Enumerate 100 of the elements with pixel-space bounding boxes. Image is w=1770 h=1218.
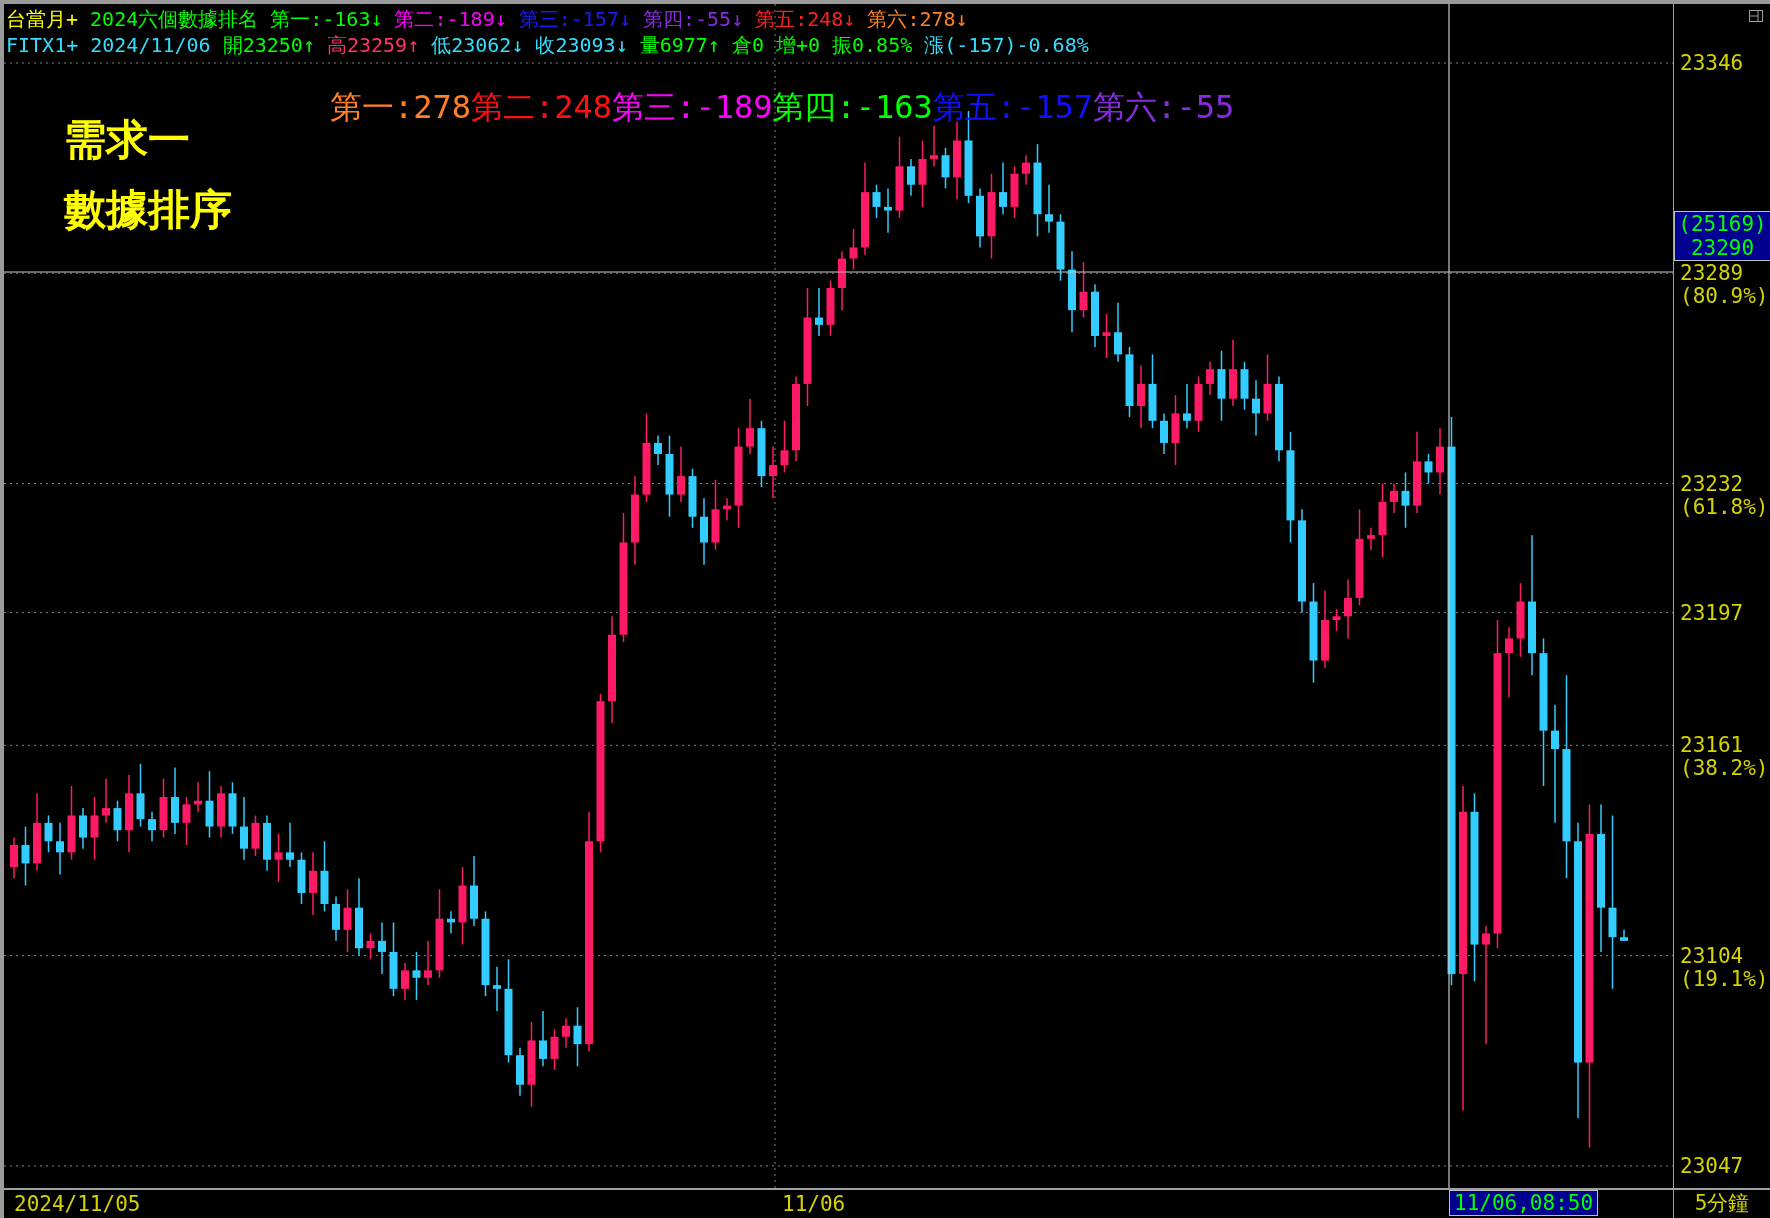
candlestick [838,250,846,311]
candlestick [688,468,697,529]
cursor-price-label: 23290 [1690,236,1755,260]
date-label: 2024/11/05 [14,1191,141,1217]
candlestick [332,895,340,942]
candlestick [976,187,984,249]
candlestick [1022,154,1030,186]
cursor-time-tag: 11/06,08:50 [1449,1190,1599,1216]
candlestick [493,965,501,1012]
retracement-label: (19.1%) [1680,968,1769,989]
candlestick [941,147,950,190]
candlestick [1079,261,1088,319]
ranking-label: 第一:278 [330,87,472,128]
quote-value: 漲(-157)-0.68% [924,33,1089,57]
candlestick [228,781,237,835]
candlestick [113,799,122,843]
quote-value: 高23259↑ [326,33,420,57]
candlestick [274,833,283,883]
ranking-label: 第六:-55 [1093,87,1235,128]
candlestick [1010,165,1019,219]
candlestick [159,777,168,839]
candlestick [194,781,202,813]
candlestick [1171,394,1180,466]
candlestick [240,796,248,861]
candlestick [1367,527,1375,551]
candlestick [148,811,156,843]
candlestick [366,932,375,961]
candlestick [723,497,731,522]
price-label: 23047 [1680,1155,1744,1176]
date-label: 11/06 [782,1191,846,1217]
quote-value: 增+0 [775,33,821,57]
candlestick [907,158,915,197]
candlestick [217,785,225,839]
candlestick [826,279,835,337]
ranking-label: 第五:-157 [932,87,1094,128]
candlestick [1160,412,1168,455]
candlestick [1114,302,1122,363]
candlestick [930,124,938,168]
price-label: 23289 [1680,263,1744,284]
candlestick [286,822,294,868]
candlestick [918,139,927,208]
candlestick [1229,338,1237,407]
candlestick [516,1047,524,1097]
candlestick [1401,471,1410,529]
note-text: 需求一 [64,114,191,166]
retracement-label: (61.8%) [1680,496,1769,517]
candlestick [1194,375,1203,433]
candlestick [573,1006,582,1068]
candlestick [1263,353,1272,422]
candlestick [884,187,892,234]
ranking-label: 第四:-163 [772,87,933,128]
quote-value: 振0.85% [832,33,913,57]
candlestick [550,1028,559,1071]
retracement-label: (38.2%) [1680,758,1769,779]
candlestick [1045,184,1053,234]
candlestick [424,940,432,986]
candlestick [1344,578,1352,640]
ranking-value: 第五:248↓ [755,7,856,31]
price-label: 23232 [1680,473,1744,494]
candlestick [700,497,708,566]
ranking-label: 第二:248 [471,87,613,128]
candlestick [205,770,214,839]
candlestick [90,796,99,861]
ranking-value: 第三:-157↓ [518,7,631,31]
candlestick [677,445,685,503]
candlestick [343,888,352,953]
candlestick [297,851,306,905]
candlestick [79,807,87,850]
candlestick [412,951,421,1001]
candlestick [746,397,754,455]
candlestick [136,763,145,828]
candlestick [1091,283,1099,348]
candlestick [251,814,260,857]
candlestick [470,855,478,927]
window-layout-icon[interactable] [1749,10,1763,22]
note-text: 數據排序 [64,184,232,236]
candlestick [1240,361,1249,411]
candlestick [44,814,53,854]
candlestick [1332,608,1341,632]
candlestick [1206,361,1214,396]
ranking-value: 第六:278↓ [867,7,968,31]
candlestick [757,420,766,488]
symbol-label: FITX1+ [6,33,79,57]
period-label: 5分鐘 [1694,1191,1750,1215]
ranking-value: 第一:-163↓ [270,7,383,31]
count-label: (25169) [1678,212,1767,236]
symbol-label: 台當月+ [6,7,79,31]
candlestick [309,851,317,916]
candlestick [1102,313,1111,359]
quote-value: 倉0 [731,33,764,57]
price-label: 23161 [1680,735,1744,756]
candlestick [1183,383,1191,429]
candlestick [378,921,386,975]
candlestick [1056,213,1065,282]
candlestick [815,287,823,337]
ranking-value: 第二:-189↓ [394,7,507,31]
candlestick [1252,379,1260,437]
candlestick [1436,427,1444,496]
candlestick [1137,364,1145,429]
candlestick [1620,929,1628,942]
